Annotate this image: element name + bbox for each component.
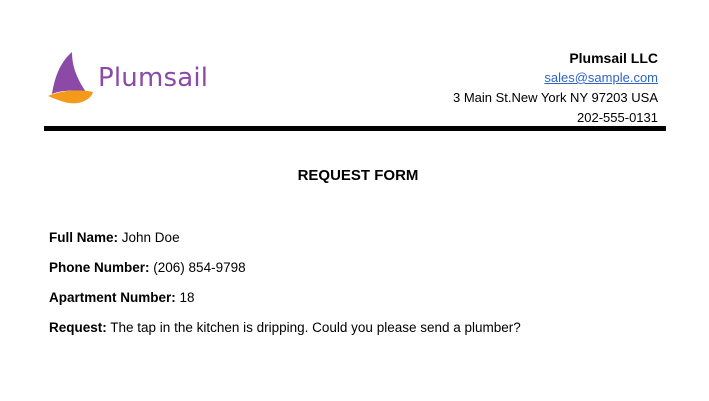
field-value: (206) 854-9798 (153, 260, 246, 275)
field-label: Request: (49, 320, 107, 335)
field-phone-number: Phone Number: (206) 854-9798 (49, 258, 521, 288)
logo-wordmark: Plumsail (98, 63, 209, 93)
field-value: The tap in the kitchen is dripping. Coul… (110, 320, 521, 335)
plumsail-logo: Plumsail (48, 50, 208, 106)
company-info: Plumsail LLC sales@sample.com 3 Main St.… (453, 48, 658, 128)
plumsail-sail-icon (48, 52, 93, 104)
field-request: Request: The tap in the kitchen is dripp… (49, 318, 521, 348)
company-name: Plumsail LLC (569, 50, 658, 66)
header-divider (44, 126, 666, 131)
company-email-link[interactable]: sales@sample.com (544, 70, 658, 85)
field-full-name: Full Name: John Doe (49, 228, 521, 258)
field-label: Full Name: (49, 230, 119, 245)
form-title: REQUEST FORM (297, 167, 419, 184)
field-value: 18 (179, 290, 195, 305)
field-value: John Doe (121, 230, 180, 245)
company-address: 3 Main St.New York NY 97203 USA (453, 90, 658, 105)
company-phone: 202-555-0131 (577, 110, 658, 125)
field-apartment-number: Apartment Number: 18 (49, 288, 521, 318)
field-label: Phone Number: (49, 260, 150, 275)
field-label: Apartment Number: (49, 290, 176, 305)
form-fields: Full Name: John Doe Phone Number: (206) … (49, 228, 521, 348)
